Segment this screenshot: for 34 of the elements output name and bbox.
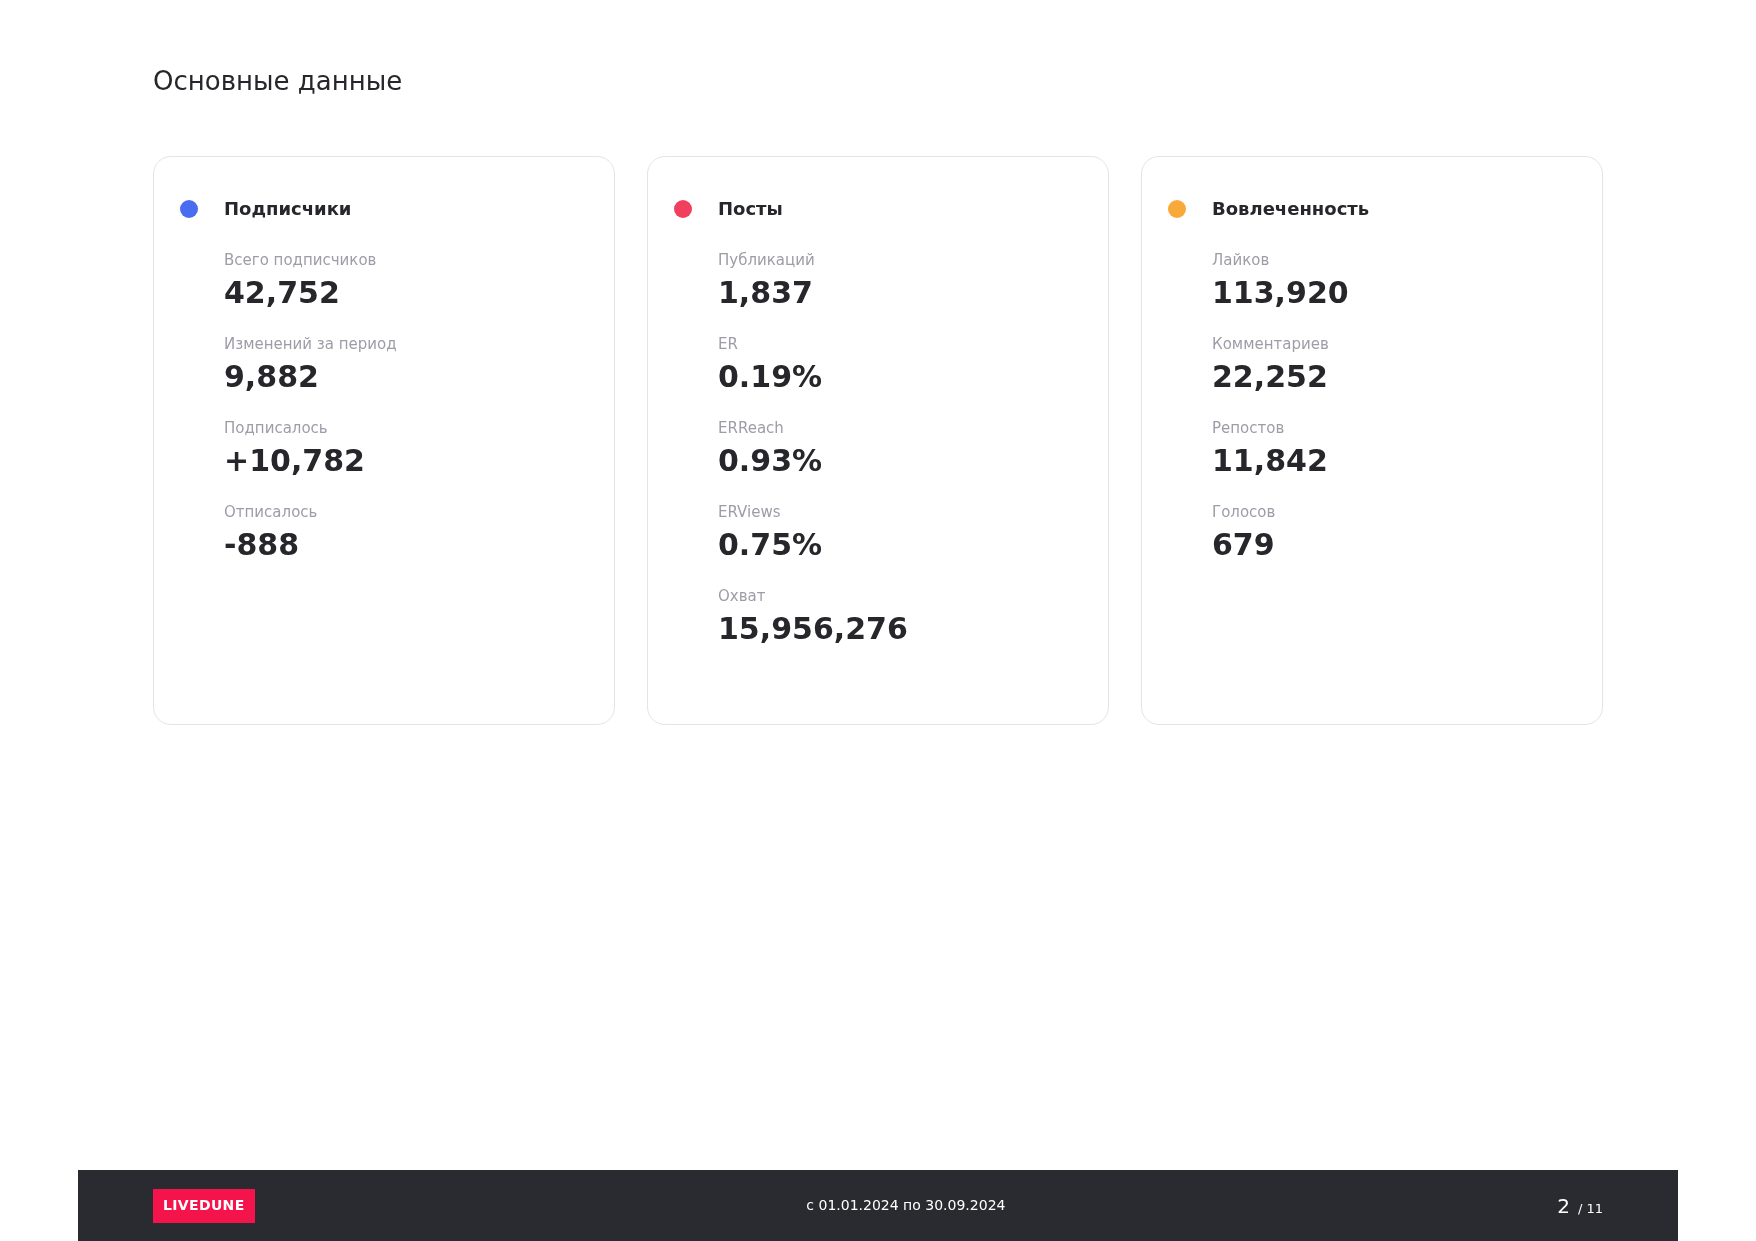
stat-value: 1,837 — [718, 274, 813, 312]
stat-value: 0.75% — [718, 526, 823, 564]
stat-value: 0.19% — [718, 358, 823, 396]
stat-label: Всего подписчиков — [224, 250, 377, 270]
stat-value: 42,752 — [224, 274, 340, 312]
stat-value: -888 — [224, 526, 300, 564]
report-period: с 01.01.2024 по 30.09.2024 — [806, 1196, 1006, 1215]
card-title: Посты — [718, 197, 783, 221]
stat-label: Публикаций — [718, 250, 815, 270]
card-title: Вовлеченность — [1212, 197, 1370, 221]
page-total: / 11 — [1577, 1199, 1603, 1218]
stat-label: Охват — [718, 586, 766, 606]
stat-label: Комментариев — [1212, 334, 1329, 354]
stat-value: 15,956,276 — [718, 610, 908, 648]
stat-label: ERReach — [718, 418, 784, 438]
stat-value: 113,920 — [1212, 274, 1349, 312]
stat-value: 22,252 — [1212, 358, 1328, 396]
stat-value: 679 — [1212, 526, 1275, 564]
card-title: Подписчики — [224, 197, 352, 221]
stat-label: Лайков — [1212, 250, 1270, 270]
stat-label: ERViews — [718, 502, 781, 522]
stat-value: +10,782 — [224, 442, 365, 480]
stat-label: Голосов — [1212, 502, 1276, 522]
stat-label: Подписалось — [224, 418, 328, 438]
logo: LIVEDUNE — [153, 1188, 255, 1223]
page-number: 2 — [1557, 1192, 1570, 1220]
stat-value: 9,882 — [224, 358, 319, 396]
stat-label: Репостов — [1212, 418, 1285, 438]
stat-label: Изменений за период — [224, 334, 397, 354]
stat-label: Отписалось — [224, 502, 318, 522]
stat-label: ER — [718, 334, 738, 354]
stat-value: 0.93% — [718, 442, 823, 480]
page-title: Основные данные — [153, 65, 403, 98]
stat-value: 11,842 — [1212, 442, 1328, 480]
